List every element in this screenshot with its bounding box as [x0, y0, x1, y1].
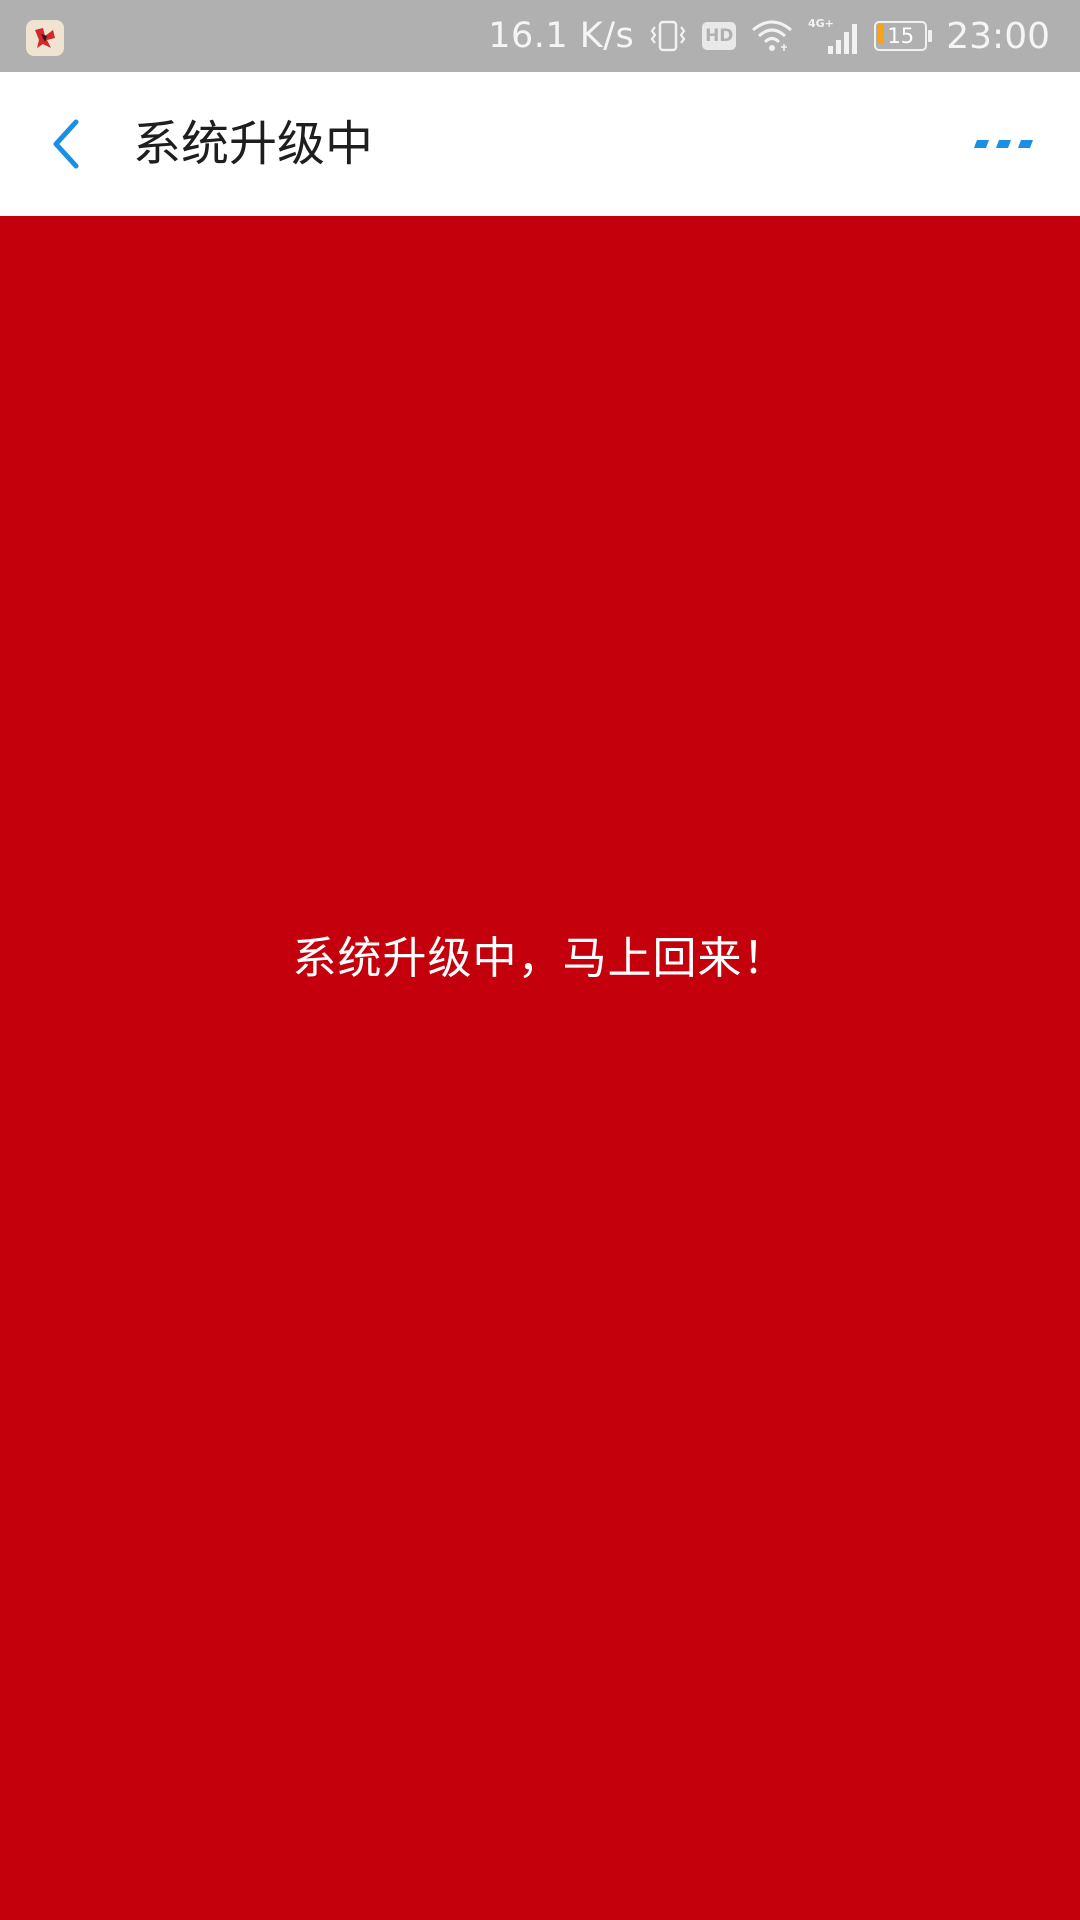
app-logo-icon: [26, 20, 64, 56]
header-bar: 系统升级中: [0, 72, 1080, 216]
vibrate-icon: [648, 19, 688, 53]
page-title: 系统升级中: [133, 116, 374, 172]
back-arrow-icon: [53, 119, 79, 169]
status-bar: 16.1 K/s HD 4G+ 15 23:00: [0, 0, 1080, 72]
status-indicators: 16.1 K/s HD 4G+ 15 23:00: [488, 0, 1050, 72]
maintenance-message: 系统升级中，马上回来！: [292, 933, 788, 984]
more-button[interactable]: [970, 128, 1040, 160]
signal-4g-icon: 4G+: [808, 16, 860, 56]
hd-label: HD: [702, 22, 737, 50]
network-type-label: 4G+: [808, 17, 834, 30]
battery-icon: 15: [874, 21, 933, 51]
hd-icon: HD: [702, 22, 737, 50]
clock: 23:00: [946, 15, 1050, 57]
maintenance-screen: 系统升级中，马上回来！: [0, 216, 1080, 1920]
back-button[interactable]: [36, 112, 96, 176]
network-speed: 16.1 K/s: [488, 16, 635, 56]
wifi-icon: [750, 18, 794, 54]
battery-level: 15: [887, 24, 915, 48]
more-dots-icon: [974, 140, 1033, 148]
